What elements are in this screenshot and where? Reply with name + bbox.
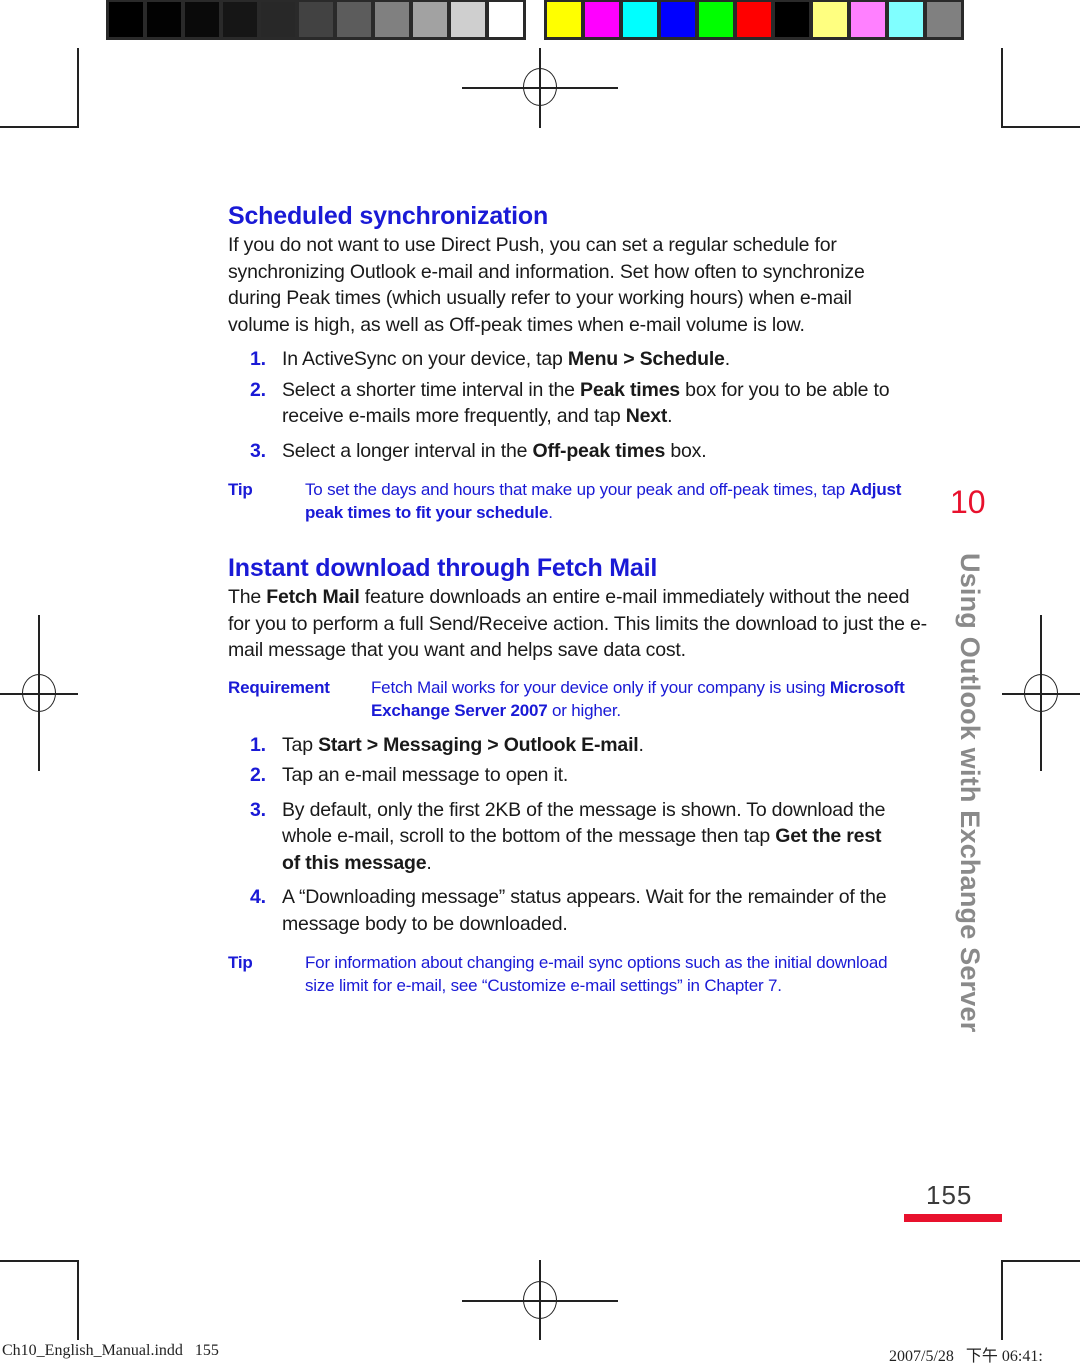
tip-note: Tip To set the days and hours that make … <box>228 480 902 522</box>
requirement-note: Requirement Fetch Mail works for your de… <box>228 677 905 720</box>
color-swatch <box>547 2 581 37</box>
list-item: 3. Select a longer interval in the Off-p… <box>228 438 928 465</box>
color-swatch <box>489 2 523 37</box>
color-swatch <box>775 2 809 37</box>
color-swatch <box>889 2 923 37</box>
color-swatch <box>109 2 143 37</box>
list-item: 3. By default, only the first 2KB of the… <box>250 798 886 874</box>
step-number: 2. <box>250 378 266 401</box>
page-number-bar <box>904 1214 1002 1222</box>
page-number: 155 <box>926 1180 973 1210</box>
list-item: 1. In ActiveSync on your device, tap Men… <box>228 346 928 373</box>
color-swatch <box>413 2 447 37</box>
page-content: Scheduled synchronization If you do not … <box>228 200 928 997</box>
step-number: 1. <box>250 348 266 370</box>
color-swatch <box>337 2 371 37</box>
steps-list: 1. In ActiveSync on your device, tap Men… <box>228 346 928 464</box>
section-intro: If you do not want to use Direct Push, y… <box>228 234 865 336</box>
list-item: 4. A “Downloading message” status appear… <box>250 886 887 935</box>
section-heading-scheduled-sync: Scheduled synchronization <box>228 202 549 230</box>
color-swatch <box>813 2 847 37</box>
grayscale-color-bar <box>106 0 526 40</box>
list-item: 2. Tap an e-mail message to open it. <box>228 762 928 789</box>
color-swatch <box>261 2 295 37</box>
process-color-bar <box>544 0 964 40</box>
color-swatch <box>147 2 181 37</box>
chapter-title: Using Outlook with Exchange Server <box>955 553 985 1033</box>
requirement-label: Requirement <box>228 677 330 697</box>
step-number: 2. <box>250 764 266 786</box>
color-swatch <box>927 2 961 37</box>
color-swatch <box>451 2 485 37</box>
slug-timestamp: 2007/5/28 下午 06:41: <box>889 1348 1043 1365</box>
section-intro: The Fetch Mail feature downloads an enti… <box>228 586 927 661</box>
section-heading-fetch-mail: Instant download through Fetch Mail <box>228 554 658 582</box>
tip-label: Tip <box>228 953 253 972</box>
step-number: 4. <box>250 886 266 908</box>
color-swatch <box>737 2 771 37</box>
color-swatch <box>851 2 885 37</box>
chapter-number: 10 <box>950 484 986 520</box>
color-swatch <box>185 2 219 37</box>
tip-note: Tip For information about changing e-mai… <box>228 953 888 995</box>
color-swatch <box>699 2 733 37</box>
tip-label: Tip <box>228 480 253 499</box>
color-swatch <box>223 2 257 37</box>
list-item: 2. Select a shorter time interval in the… <box>250 378 890 428</box>
color-swatch <box>299 2 333 37</box>
step-number: 3. <box>250 439 266 462</box>
color-swatch <box>585 2 619 37</box>
step-number: 1. <box>250 733 266 756</box>
color-swatch <box>375 2 409 37</box>
step-number: 3. <box>250 798 266 821</box>
slug-filename: Ch10_English_Manual.indd 155 <box>2 1342 219 1359</box>
color-swatch <box>661 2 695 37</box>
list-item: 1. Tap Start > Messaging > Outlook E-mai… <box>228 732 928 759</box>
color-swatch <box>623 2 657 37</box>
steps-list: 1. Tap Start > Messaging > Outlook E-mai… <box>228 732 928 938</box>
